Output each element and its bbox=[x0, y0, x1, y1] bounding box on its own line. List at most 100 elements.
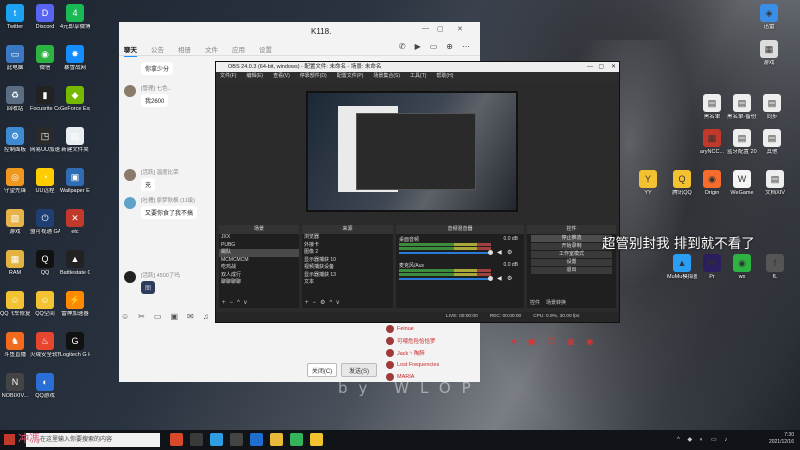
taskbar-app-icon[interactable] bbox=[250, 433, 263, 446]
video-icon[interactable]: ▶ bbox=[415, 42, 421, 51]
minimize-icon[interactable]: — bbox=[587, 62, 593, 72]
source-item[interactable]: 浏览器 bbox=[302, 234, 393, 242]
desktop-icon[interactable]: ♨ 火绒安全软件 bbox=[30, 332, 60, 359]
stop-streaming-button[interactable]: 停止推流 bbox=[531, 235, 612, 242]
desktop-icon[interactable]: ▤ 蓝牙配置 20131118 bbox=[727, 129, 757, 156]
desktop-icon[interactable]: ▦ aryNCC... bbox=[697, 129, 727, 156]
chat-image[interactable]: 图 bbox=[141, 281, 156, 294]
scene-item[interactable]: 踢队 bbox=[219, 249, 299, 257]
layout-icon[interactable]: ▦ bbox=[567, 337, 575, 347]
screen-share-icon[interactable]: ▭ bbox=[430, 42, 438, 51]
desktop-icon[interactable]: ♞ 斗鱼直播 bbox=[0, 332, 30, 359]
start-icon[interactable] bbox=[4, 434, 15, 445]
desktop-icon[interactable]: ✕ etc bbox=[60, 209, 90, 236]
scene-item[interactable]: PUBG bbox=[219, 242, 299, 250]
close-icon[interactable]: ✕ bbox=[457, 25, 463, 33]
gift-icon[interactable]: ✉ bbox=[187, 312, 194, 321]
maximize-icon[interactable]: ▢ bbox=[598, 62, 604, 72]
desktop-icon[interactable]: Pr Pr bbox=[697, 254, 727, 281]
camera-icon[interactable]: ▣ bbox=[528, 337, 536, 347]
menu-scene-collection[interactable]: 场景集合(S) bbox=[373, 72, 400, 81]
scene-item[interactable]: 聊聊聊聊 bbox=[219, 279, 299, 287]
more-icon[interactable]: ⋯ bbox=[462, 42, 470, 51]
desktop-icon[interactable]: ⏻ 盟可视通 GAME版 bbox=[30, 209, 60, 236]
minimize-icon[interactable]: — bbox=[422, 25, 429, 32]
record-icon[interactable]: ⏺ bbox=[512, 337, 516, 347]
menu-help[interactable]: 帮助(H) bbox=[436, 72, 453, 81]
menu-profile[interactable]: 配置文件(P) bbox=[337, 72, 364, 81]
desktop-icon[interactable]: 4 4元即享微博+看热播 bbox=[60, 4, 90, 31]
desktop-icon[interactable]: ✸ 暴雪战网 bbox=[60, 45, 90, 72]
avatar[interactable] bbox=[124, 85, 136, 97]
list-item[interactable]: Jack丶陶醉 bbox=[386, 347, 482, 359]
start-recording-button[interactable]: 开始录制 bbox=[531, 243, 612, 250]
source-item[interactable]: 显示器捕获 10 bbox=[302, 257, 393, 265]
source-item[interactable]: 文本 bbox=[302, 279, 393, 287]
desktop-icon[interactable]: ▤ 其他 bbox=[757, 129, 787, 156]
desktop-icon[interactable]: ▤ 新建文件夹 bbox=[60, 127, 90, 154]
avatar[interactable] bbox=[124, 197, 136, 209]
desktop-icon[interactable]: ▲ Battlestate Games L... bbox=[60, 250, 90, 277]
copy-icon[interactable]: ❐ bbox=[548, 337, 555, 347]
avatar[interactable] bbox=[124, 169, 136, 181]
volume-knob[interactable] bbox=[488, 250, 493, 255]
scene-item[interactable]: 吃鸡战 bbox=[219, 264, 299, 272]
desktop-icon[interactable]: Y YY bbox=[633, 170, 663, 197]
exit-button[interactable]: 退出 bbox=[531, 267, 612, 274]
taskbar-app-icon[interactable] bbox=[270, 433, 283, 446]
phone-icon[interactable]: ✆ bbox=[399, 42, 406, 51]
sources-footer-buttons[interactable]: +−⚙^v bbox=[305, 299, 343, 306]
emoji-icon[interactable]: ☺ bbox=[121, 312, 129, 321]
desktop-icon[interactable]: ▤ 黑名单-备份文件 bbox=[727, 94, 757, 121]
taskbar-app-icon[interactable] bbox=[310, 433, 323, 446]
desktop-icon[interactable]: ◎ 守望先锋 bbox=[0, 168, 30, 195]
desktop-icon[interactable]: f fL bbox=[760, 254, 790, 281]
desktop-icon[interactable]: ▦ RAM bbox=[0, 250, 30, 277]
list-item[interactable]: 可喂危险恰恰罗 bbox=[386, 335, 482, 347]
taskbar-app-icon[interactable] bbox=[190, 433, 203, 446]
speaker-icon[interactable]: ◀ bbox=[497, 275, 502, 282]
gear-icon[interactable]: ⚙ bbox=[507, 275, 512, 282]
taskbar-app-icon[interactable] bbox=[210, 433, 223, 446]
desktop-icon[interactable]: t Twitter bbox=[0, 4, 30, 31]
source-item[interactable]: 外接卡 bbox=[302, 242, 393, 250]
gear-icon[interactable]: ⚙ bbox=[507, 249, 512, 256]
close-chat-button[interactable]: 关闭(C) bbox=[307, 363, 337, 377]
desktop-icon[interactable]: Q 腾讯QQ bbox=[667, 170, 697, 197]
obs-window[interactable]: OBS 24.0.3 (64-bit, windows) - 配置文件: 未命名… bbox=[215, 61, 620, 323]
desktop-icon[interactable]: ♻ 回收站 bbox=[0, 86, 30, 113]
sender-name[interactable]: [吐槽] 原梦秋枫 (11级) bbox=[141, 196, 195, 204]
desktop-icon[interactable]: ◐ QQ游戏 bbox=[30, 373, 60, 400]
sender-name[interactable]: [管理] 七色.. bbox=[141, 84, 171, 92]
record-icon[interactable]: ◉ bbox=[586, 337, 593, 347]
desktop-icon[interactable]: ▤ 同步 bbox=[757, 94, 787, 121]
speaker-icon[interactable]: ◀ bbox=[497, 249, 502, 256]
close-icon[interactable]: ✕ bbox=[611, 62, 616, 72]
send-button[interactable]: 发送(S) bbox=[341, 363, 377, 377]
system-tray-icons[interactable]: ^ ◆ ◐ ▭ ♪ bbox=[677, 436, 730, 443]
sender-name[interactable]: [活跃] 温度比荣 bbox=[141, 168, 179, 176]
menu-edit[interactable]: 编辑(E) bbox=[246, 72, 263, 81]
desktop-icon[interactable]: ☺ QQ空间 bbox=[30, 291, 60, 318]
desktop-icon[interactable]: ◔ UU远程 bbox=[30, 168, 60, 195]
desktop-icon[interactable]: ◈ 迅雷 bbox=[754, 4, 784, 31]
taskbar-app-icon[interactable] bbox=[170, 433, 183, 446]
taskbar-app-icon[interactable] bbox=[230, 433, 243, 446]
avatar[interactable] bbox=[124, 271, 136, 283]
desktop-icon[interactable]: ▲ MuMu模拟器 bbox=[667, 254, 697, 281]
volume-slider[interactable] bbox=[399, 252, 491, 254]
menu-docks[interactable]: 停靠部件(D) bbox=[300, 72, 327, 81]
image-icon[interactable]: ▣ bbox=[170, 312, 178, 321]
desktop-icon[interactable]: ⚡ 雷神加速器 bbox=[60, 291, 90, 318]
desktop-icon[interactable]: W WeGame bbox=[727, 170, 757, 197]
list-item[interactable]: MARIA bbox=[386, 371, 482, 383]
desktop-icon[interactable]: ▧ 游戏 bbox=[0, 209, 30, 236]
desktop-icon[interactable]: ▮ Focusrite Control bbox=[30, 86, 60, 113]
volume-knob[interactable] bbox=[488, 276, 493, 281]
desktop-icon[interactable]: ◳ 网易UU加速器 bbox=[30, 127, 60, 154]
desktop-icon[interactable]: ☺ QQ飞车修复工具 bbox=[0, 291, 30, 318]
scissors-icon[interactable]: ✂ bbox=[138, 312, 145, 321]
source-item[interactable]: 视频捕获设备 bbox=[302, 264, 393, 272]
desktop-icon[interactable]: ▣ Wallpaper Engine bbox=[60, 168, 90, 195]
obs-preview[interactable] bbox=[306, 91, 518, 212]
